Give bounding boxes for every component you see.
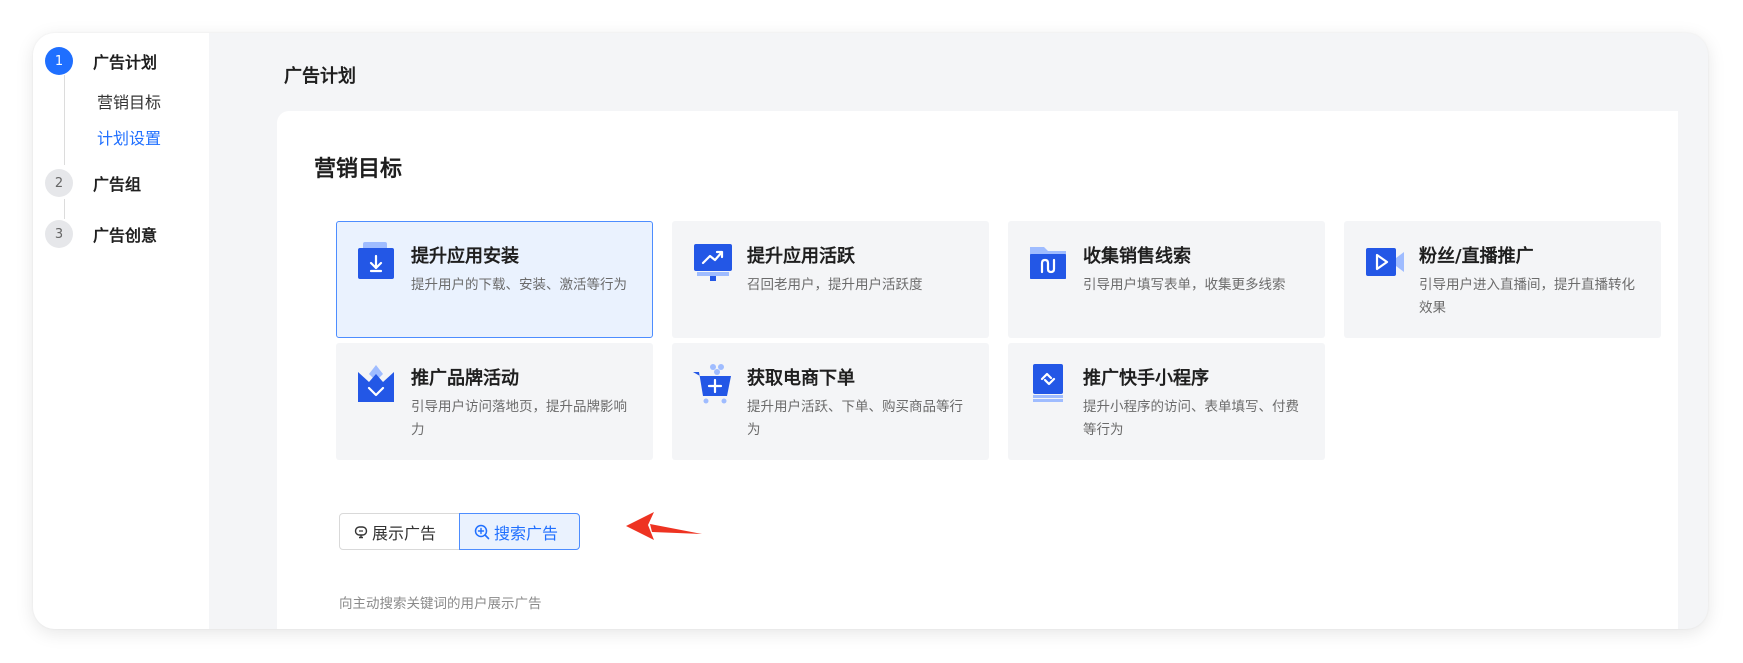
page-title: 广告计划 xyxy=(284,66,356,87)
app-activity-icon xyxy=(694,244,732,281)
card-description: 提升用户活跃、下单、购买商品等行为 xyxy=(747,399,963,438)
card-title: 推广品牌活动 xyxy=(411,368,519,389)
card-title: 提升应用活跃 xyxy=(747,246,855,267)
step-label: 广告计划 xyxy=(93,53,158,72)
step-connector xyxy=(64,199,65,219)
step-sidebar: 1 广告计划 营销目标 计划设置 2 广告组 3 广告创意 xyxy=(33,33,209,629)
step-1[interactable]: 1 广告计划 xyxy=(45,47,157,75)
display-ad-button[interactable]: 展示广告 xyxy=(339,513,460,550)
goal-card-sales-lead[interactable]: 收集销售线索 引导用户填写表单，收集更多线索 xyxy=(1008,221,1325,338)
app-install-icon xyxy=(358,242,394,279)
step-number-badge: 2 xyxy=(45,169,73,197)
card-description: 提升小程序的访问、表单填写、付费等行为 xyxy=(1083,399,1299,438)
step-label: 广告组 xyxy=(93,175,142,194)
card-title: 提升应用安装 xyxy=(411,246,519,267)
display-ad-icon xyxy=(354,525,368,538)
step-label: 广告创意 xyxy=(93,226,158,245)
main-panel: 营销目标 提升应用安装 提升用户的下载、安装、激活等行为 提升应用活跃 召回老用… xyxy=(277,111,1678,629)
ad-type-toggle: 展示广告 搜索广告 xyxy=(339,513,580,550)
substep-plan-settings[interactable]: 计划设置 xyxy=(97,125,161,149)
step-3[interactable]: 3 广告创意 xyxy=(45,220,157,248)
card-title: 推广快手小程序 xyxy=(1083,368,1209,389)
search-ad-icon xyxy=(474,524,490,539)
ad-type-hint: 向主动搜索关键词的用户展示广告 xyxy=(339,596,542,612)
card-description: 召回老用户，提升用户活跃度 xyxy=(747,277,923,293)
goal-card-live-stream[interactable]: 粉丝/直播推广 引导用户进入直播间，提升直播转化效果 xyxy=(1344,221,1661,338)
sales-lead-icon xyxy=(1030,247,1066,279)
card-title: 粉丝/直播推广 xyxy=(1419,246,1534,267)
annotation-arrow-icon xyxy=(626,512,702,540)
card-description: 引导用户进入直播间，提升直播转化效果 xyxy=(1419,277,1635,316)
card-title: 获取电商下单 xyxy=(747,368,855,389)
search-ad-label: 搜索广告 xyxy=(494,523,559,543)
step-number-badge: 3 xyxy=(45,220,73,248)
mini-program-icon xyxy=(1033,364,1063,402)
search-ad-button[interactable]: 搜索广告 xyxy=(459,513,580,550)
brand-crown-icon xyxy=(358,365,394,402)
card-description: 引导用户填写表单，收集更多线索 xyxy=(1083,277,1286,293)
card-description: 引导用户访问落地页，提升品牌影响力 xyxy=(411,399,627,438)
display-ad-label: 展示广告 xyxy=(372,523,437,543)
goal-card-brand-campaign[interactable]: 推广品牌活动 引导用户访问落地页，提升品牌影响力 xyxy=(336,343,653,460)
step-2[interactable]: 2 广告组 xyxy=(45,169,141,197)
live-stream-icon xyxy=(1366,248,1404,276)
card-title: 收集销售线索 xyxy=(1083,246,1191,267)
goal-card-app-activity[interactable]: 提升应用活跃 召回老用户，提升用户活跃度 xyxy=(672,221,989,338)
goal-card-app-install[interactable]: 提升应用安装 提升用户的下载、安装、激活等行为 xyxy=(336,221,653,338)
app-window: 1 广告计划 营销目标 计划设置 2 广告组 3 广告创意 广告计划 营销目标 … xyxy=(33,33,1708,629)
card-description: 提升用户的下载、安装、激活等行为 xyxy=(411,277,627,293)
step-connector xyxy=(64,75,65,165)
section-title: 营销目标 xyxy=(314,157,403,182)
substep-marketing-goal[interactable]: 营销目标 xyxy=(97,89,161,113)
shopping-cart-icon xyxy=(693,364,731,404)
step-number-badge: 1 xyxy=(45,47,73,75)
goal-card-ecommerce-order[interactable]: 获取电商下单 提升用户活跃、下单、购买商品等行为 xyxy=(672,343,989,460)
goal-card-mini-program[interactable]: 推广快手小程序 提升小程序的访问、表单填写、付费等行为 xyxy=(1008,343,1325,460)
